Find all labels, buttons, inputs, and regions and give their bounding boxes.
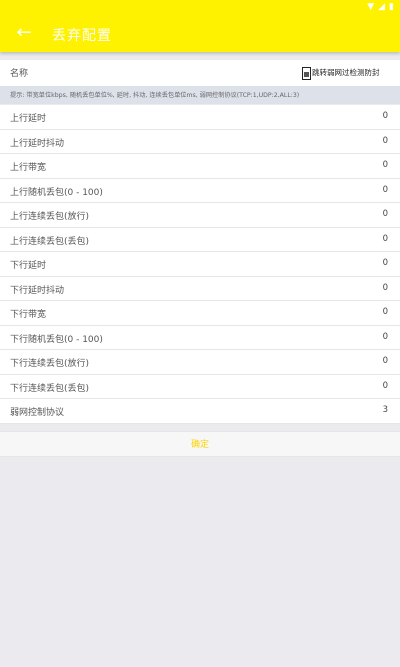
config-row-down-burst-drop[interactable]: 下行连续丢包(丢包) 0	[0, 374, 400, 399]
config-row-up-delay[interactable]: 上行延时 0	[0, 105, 400, 130]
row-value-input[interactable]: 0	[383, 136, 388, 146]
row-label: 上行延时抖动	[10, 138, 65, 149]
row-value-input[interactable]: 0	[383, 307, 388, 317]
battery-icon: ▮	[389, 2, 394, 12]
status-icons: ▼ ◢ ▮	[367, 2, 394, 12]
status-bar: ▼ ◢ ▮	[0, 0, 400, 16]
config-row-up-jitter[interactable]: 上行延时抖动 0	[0, 129, 400, 154]
row-label: 下行连续丢包(放行)	[10, 359, 90, 369]
config-row-down-jitter[interactable]: 下行延时抖动 0	[0, 276, 400, 301]
row-label: 下行连续丢包(丢包)	[10, 383, 90, 394]
hint-text: 提示: 带宽单位kbps, 随机丢包单位%, 延时, 抖动, 连续丢包单位ms,…	[10, 92, 300, 99]
name-label: 名称	[10, 69, 29, 79]
config-row-up-random-loss[interactable]: 上行随机丢包(0 - 100) 0	[0, 178, 400, 203]
row-value-input[interactable]: 0	[383, 283, 388, 293]
row-value-input[interactable]: 0	[383, 111, 388, 121]
signal-icon: ▼	[367, 2, 375, 12]
row-label: 上行连续丢包(放行)	[10, 212, 90, 222]
row-label: 上行带宽	[10, 163, 47, 173]
row-label: 下行延时抖动	[10, 285, 65, 296]
row-label: 上行延时	[10, 114, 47, 124]
row-label: 下行带宽	[10, 310, 47, 320]
row-label: 下行延时	[10, 261, 47, 271]
back-arrow-icon[interactable]: ←	[14, 23, 34, 43]
row-value-input[interactable]: 0	[383, 381, 388, 391]
row-value-input[interactable]: 0	[383, 356, 388, 366]
row-value-input[interactable]: 0	[383, 234, 388, 244]
config-row-down-bandwidth[interactable]: 下行带宽 0	[0, 301, 400, 326]
config-row-up-burst-pass[interactable]: 上行连续丢包(放行) 0	[0, 203, 400, 228]
row-value-input[interactable]: 0	[383, 160, 388, 170]
row-value-input[interactable]: 0	[383, 185, 388, 195]
config-row-down-random-loss[interactable]: 下行随机丢包(0 - 100) 0	[0, 325, 400, 350]
row-value-input[interactable]: 0	[383, 209, 388, 219]
row-value-input[interactable]: 3	[383, 405, 388, 415]
config-list: 上行延时 0 上行延时抖动 0 上行带宽 0 上行随机丢包(0 - 100) 0…	[0, 105, 400, 424]
config-row-down-burst-pass[interactable]: 下行连续丢包(放行) 0	[0, 350, 400, 375]
config-row-protocol[interactable]: 弱网控制协议 3	[0, 399, 400, 424]
name-row: 名称 跳转弱网过检测防封	[0, 60, 400, 86]
row-label: 上行连续丢包(丢包)	[10, 236, 90, 247]
skip-detection-label[interactable]: 跳转弱网过检测防封	[312, 67, 380, 78]
row-value-input[interactable]: 0	[383, 258, 388, 268]
row-label: 下行随机丢包(0 - 100)	[10, 334, 103, 345]
config-row-up-bandwidth[interactable]: 上行带宽 0	[0, 154, 400, 179]
hint-bar: 提示: 带宽单位kbps, 随机丢包单位%, 延时, 抖动, 连续丢包单位ms,…	[0, 86, 400, 104]
app-bar: ← 丢弃配置	[0, 16, 400, 52]
confirm-button-label: 确定	[190, 440, 209, 450]
config-row-up-burst-drop[interactable]: 上行连续丢包(丢包) 0	[0, 227, 400, 252]
row-value-input[interactable]: 0	[383, 332, 388, 342]
page-title: 丢弃配置	[52, 28, 112, 44]
confirm-button[interactable]: 确定	[0, 431, 400, 457]
config-row-down-delay[interactable]: 下行延时 0	[0, 252, 400, 277]
skip-detection-checkbox[interactable]	[302, 67, 311, 80]
row-label: 上行随机丢包(0 - 100)	[10, 187, 103, 198]
wifi-icon: ◢	[378, 2, 386, 12]
row-label: 弱网控制协议	[10, 408, 65, 418]
